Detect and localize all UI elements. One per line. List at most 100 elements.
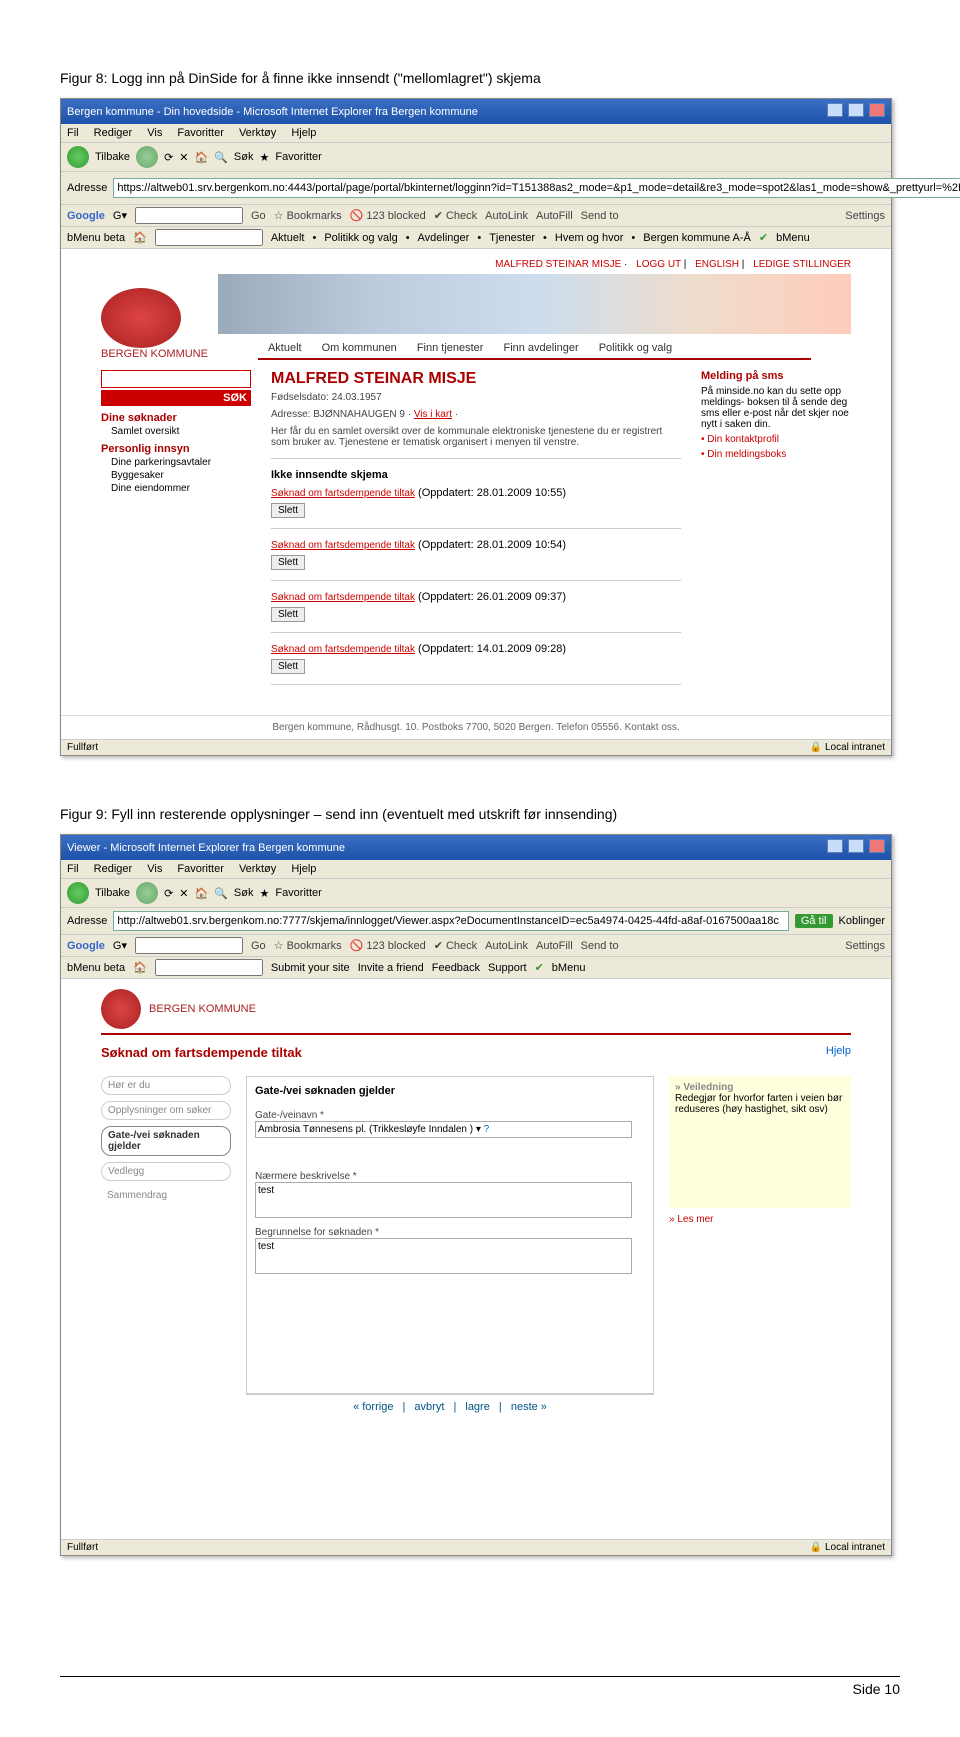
- form-link-2[interactable]: Søknad om fartsdempende tiltak: [271, 592, 415, 603]
- google-check[interactable]: ✔ Check: [434, 939, 477, 952]
- close-icon[interactable]: [869, 839, 885, 853]
- google-search-input[interactable]: [135, 937, 243, 954]
- google-search-input[interactable]: [135, 207, 243, 224]
- minimize-icon[interactable]: [827, 103, 843, 117]
- search-icon[interactable]: 🔍: [214, 151, 228, 164]
- user-link[interactable]: MALFRED STEINAR MISJE: [495, 259, 621, 270]
- back-icon[interactable]: [67, 146, 89, 168]
- help-link[interactable]: Hjelp: [826, 1039, 851, 1066]
- menu-fil[interactable]: Fil: [67, 863, 79, 875]
- delete-button-1[interactable]: Slett: [271, 555, 305, 570]
- menu-hjelp[interactable]: Hjelp: [291, 863, 316, 875]
- google-check[interactable]: ✔ Check: [434, 209, 477, 222]
- side-parkering[interactable]: Dine parkeringsavtaler: [111, 457, 251, 468]
- map-link[interactable]: Vis i kart: [414, 409, 452, 420]
- bmenu-i0[interactable]: Aktuelt: [271, 232, 305, 244]
- favorites-icon[interactable]: ★: [259, 887, 269, 900]
- nav-omkommunen[interactable]: Om kommunen: [312, 338, 407, 358]
- google-autolink[interactable]: AutoLink: [485, 940, 528, 952]
- menu-fil[interactable]: Fil: [67, 127, 79, 139]
- search-icon[interactable]: 🔍: [214, 887, 228, 900]
- bmenu-feedback[interactable]: Feedback: [432, 962, 480, 974]
- step-4[interactable]: Sammendrag: [101, 1187, 231, 1204]
- google-autofill[interactable]: AutoFill: [536, 940, 573, 952]
- google-bookmarks[interactable]: ☆ Bookmarks: [274, 939, 342, 952]
- home-icon[interactable]: 🏠: [195, 887, 209, 900]
- search-button[interactable]: SØK: [101, 390, 251, 406]
- google-go[interactable]: Go: [251, 210, 266, 222]
- form-link-1[interactable]: Søknad om fartsdempende tiltak: [271, 540, 415, 551]
- bmenu-menu[interactable]: bMenu: [552, 962, 586, 974]
- nav-aktuelt[interactable]: Aktuelt: [258, 338, 312, 358]
- google-blocked[interactable]: 🚫 123 blocked: [350, 939, 426, 952]
- menu-favoritter[interactable]: Favoritter: [177, 127, 223, 139]
- google-blocked[interactable]: 🚫 123 blocked: [350, 209, 426, 222]
- maximize-icon[interactable]: [848, 103, 864, 117]
- bmenu-submit[interactable]: Submit your site: [271, 962, 350, 974]
- google-settings[interactable]: Settings: [845, 210, 885, 222]
- form-link-3[interactable]: Søknad om fartsdempende tiltak: [271, 644, 415, 655]
- menu-verktoy[interactable]: Verktøy: [239, 127, 276, 139]
- menu-vis[interactable]: Vis: [147, 863, 162, 875]
- desc-field[interactable]: test: [255, 1182, 632, 1218]
- google-sendto[interactable]: Send to: [581, 210, 619, 222]
- next-button[interactable]: neste »: [511, 1401, 547, 1413]
- google-go[interactable]: Go: [251, 940, 266, 952]
- refresh-icon[interactable]: ⟳: [164, 151, 173, 164]
- close-icon[interactable]: [869, 103, 885, 117]
- menu-favoritter[interactable]: Favoritter: [177, 863, 223, 875]
- message-box-link[interactable]: • Din meldingsboks: [701, 449, 851, 460]
- url-field[interactable]: https://altweb01.srv.bergenkom.no:4443/p…: [113, 178, 960, 198]
- maximize-icon[interactable]: [848, 839, 864, 853]
- bmenu-i5[interactable]: Bergen kommune A-Å: [643, 232, 751, 244]
- save-button[interactable]: lagre: [465, 1401, 489, 1413]
- logout-link[interactable]: LOGG UT: [636, 259, 681, 270]
- menu-rediger[interactable]: Rediger: [94, 863, 133, 875]
- jobs-link[interactable]: LEDIGE STILLINGER: [753, 259, 851, 270]
- menu-rediger[interactable]: Rediger: [94, 127, 133, 139]
- menu-verktoy[interactable]: Verktøy: [239, 863, 276, 875]
- bmenu-i1[interactable]: Politikk og valg: [324, 232, 397, 244]
- step-0[interactable]: Hør er du: [101, 1076, 231, 1095]
- delete-button-3[interactable]: Slett: [271, 659, 305, 674]
- bmenu-i3[interactable]: Tjenester: [489, 232, 535, 244]
- google-sendto[interactable]: Send to: [581, 940, 619, 952]
- goto-button[interactable]: Gå til: [795, 914, 833, 928]
- bmenu-search[interactable]: [155, 959, 263, 976]
- forward-icon[interactable]: [136, 882, 158, 904]
- google-autofill[interactable]: AutoFill: [536, 210, 573, 222]
- stop-icon[interactable]: ✕: [179, 887, 188, 900]
- minimize-icon[interactable]: [827, 839, 843, 853]
- english-link[interactable]: ENGLISH: [695, 259, 739, 270]
- nav-avdelinger[interactable]: Finn avdelinger: [493, 338, 588, 358]
- google-bookmarks[interactable]: ☆ Bookmarks: [274, 209, 342, 222]
- search-input[interactable]: [101, 370, 251, 388]
- bmenu-invite[interactable]: Invite a friend: [358, 962, 424, 974]
- bmenu-i2[interactable]: Avdelinger: [418, 232, 470, 244]
- stop-icon[interactable]: ✕: [179, 151, 188, 164]
- bmenu-i4[interactable]: Hvem og hvor: [555, 232, 623, 244]
- bmenu-support[interactable]: Support: [488, 962, 527, 974]
- delete-button-0[interactable]: Slett: [271, 503, 305, 518]
- side-eiendom[interactable]: Dine eiendommer: [111, 483, 251, 494]
- step-2[interactable]: Gate-/vei søknaden gjelder: [101, 1126, 231, 1156]
- side-samlet[interactable]: Samlet oversikt: [111, 426, 251, 437]
- home-icon[interactable]: 🏠: [195, 151, 209, 164]
- menu-hjelp[interactable]: Hjelp: [291, 127, 316, 139]
- google-autolink[interactable]: AutoLink: [485, 210, 528, 222]
- prev-button[interactable]: « forrige: [353, 1401, 393, 1413]
- url-field2[interactable]: http://altweb01.srv.bergenkom.no:7777/sk…: [113, 911, 788, 931]
- step-1[interactable]: Opplysninger om søker: [101, 1101, 231, 1120]
- bmenu-search[interactable]: [155, 229, 263, 246]
- back-icon[interactable]: [67, 882, 89, 904]
- bmenu-i6[interactable]: bMenu: [776, 232, 810, 244]
- step-3[interactable]: Vedlegg: [101, 1162, 231, 1181]
- form-link-0[interactable]: Søknad om fartsdempende tiltak: [271, 488, 415, 499]
- forward-icon[interactable]: [136, 146, 158, 168]
- refresh-icon[interactable]: ⟳: [164, 887, 173, 900]
- cancel-button[interactable]: avbryt: [414, 1401, 444, 1413]
- google-settings[interactable]: Settings: [845, 940, 885, 952]
- reason-field[interactable]: test: [255, 1238, 632, 1274]
- menu-vis[interactable]: Vis: [147, 127, 162, 139]
- read-more-link[interactable]: » Les mer: [669, 1214, 851, 1225]
